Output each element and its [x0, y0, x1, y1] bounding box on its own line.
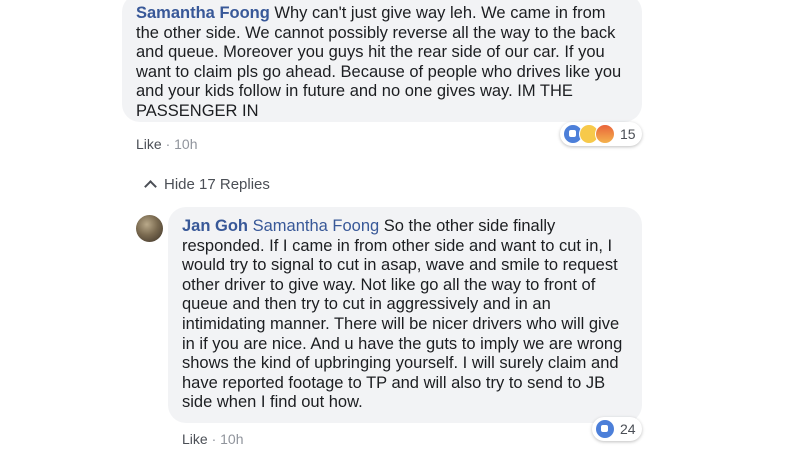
like-reaction-icon [595, 419, 615, 439]
reaction-count: 15 [620, 126, 636, 142]
reply-author[interactable]: Jan Goh [182, 217, 248, 235]
avatar[interactable] [136, 215, 163, 242]
reply-mention[interactable]: Samantha Foong [253, 217, 380, 235]
comment-meta: Like · 10h [136, 136, 198, 152]
like-button[interactable]: Like [136, 136, 162, 152]
angry-reaction-icon [595, 124, 615, 144]
hide-replies-label: Hide 17 Replies [164, 176, 270, 193]
reply-like-button[interactable]: Like [182, 431, 208, 447]
reply-bubble: Jan Goh Samantha Foong So the other side… [168, 207, 642, 423]
reply-text: So the other side finally responded. If … [182, 217, 623, 412]
comment-author[interactable]: Samantha Foong [136, 4, 270, 22]
hide-replies-button[interactable]: Hide 17 Replies [144, 176, 270, 193]
meta-separator: · [161, 136, 175, 152]
reply-reaction-count: 24 [620, 421, 636, 437]
comment-bubble: Samantha Foong Why can't just give way l… [122, 0, 642, 138]
reply-meta: Like · 10h [182, 431, 244, 447]
meta-separator: · [207, 431, 221, 447]
timestamp[interactable]: 10h [174, 136, 197, 152]
chevron-up-icon [144, 180, 157, 193]
reply-timestamp[interactable]: 10h [220, 431, 243, 447]
reactions-summary[interactable]: 15 [560, 122, 642, 146]
reply-reactions-summary[interactable]: 24 [592, 417, 642, 441]
